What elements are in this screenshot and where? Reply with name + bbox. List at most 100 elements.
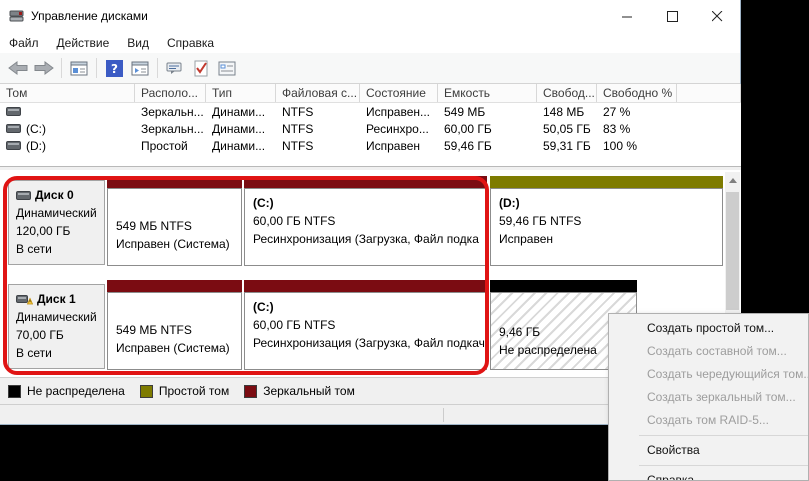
toolbar-separator	[157, 58, 158, 78]
cell-free: 59,31 ГБ	[537, 139, 597, 153]
toolbar-separator	[61, 58, 62, 78]
action-panel-icon[interactable]	[162, 56, 188, 80]
partition-size: 549 МБ NTFS	[116, 217, 237, 235]
title-bar: Управление дисками	[0, 0, 740, 32]
disk-size: 70,00 ГБ	[16, 326, 104, 344]
context-menu: Создать простой том... Создать составной…	[608, 313, 809, 481]
col-free[interactable]: Свобод...	[537, 84, 597, 102]
toolbar-separator	[96, 58, 97, 78]
menu-separator	[639, 435, 808, 436]
mirrored-volume-bar	[107, 176, 242, 188]
menu-item-new-simple-volume[interactable]: Создать простой том...	[609, 317, 808, 340]
cell-fs: NTFS	[276, 122, 360, 136]
forward-icon[interactable]	[31, 56, 57, 80]
menu-item-new-striped-volume: Создать чередующийся том...	[609, 363, 808, 386]
cell-fs: NTFS	[276, 139, 360, 153]
volume-table-header: Том Располо... Тип Файловая с... Состоян…	[0, 84, 741, 103]
partition-status: Исправен	[499, 230, 718, 248]
disk-warning-icon	[16, 294, 33, 305]
back-icon[interactable]	[5, 56, 31, 80]
scroll-up-icon[interactable]	[725, 172, 740, 188]
partition-status: Исправен (Система)	[116, 235, 237, 253]
menu-item-new-mirrored-volume: Создать зеркальный том...	[609, 386, 808, 409]
partition-size: 59,46 ГБ NTFS	[499, 212, 718, 230]
close-button[interactable]	[695, 0, 740, 32]
disk-list-icon[interactable]	[66, 56, 92, 80]
col-status[interactable]: Состояние	[360, 84, 438, 102]
cell-capacity: 60,00 ГБ	[438, 122, 537, 136]
legend-label: Не распределена	[27, 384, 125, 398]
cell-layout: Зеркальн...	[135, 105, 206, 119]
disk-icon	[16, 191, 31, 200]
toolbar: ?	[0, 53, 740, 84]
volume-name: (D:)	[26, 139, 46, 153]
maximize-button[interactable]	[650, 0, 695, 32]
svg-text:?: ?	[111, 62, 118, 76]
menu-item-help[interactable]: Справка	[609, 469, 808, 481]
cell-fs: NTFS	[276, 105, 360, 119]
partition-c[interactable]: (C:) 60,00 ГБ NTFS Ресинхронизация (Загр…	[244, 176, 487, 268]
menu-item-new-spanned-volume: Создать составной том...	[609, 340, 808, 363]
disk-1-label[interactable]: Диск 1 Динамический 70,00 ГБ В сети	[8, 284, 105, 369]
cell-status: Исправен...	[360, 105, 438, 119]
partition-system[interactable]: 549 МБ NTFS Исправен (Система)	[107, 176, 242, 268]
volume-icon	[6, 124, 21, 133]
menu-bar: Файл Действие Вид Справка	[0, 32, 740, 53]
legend-unallocated: Не распределена	[8, 384, 125, 398]
disk-view-icon[interactable]	[127, 56, 153, 80]
cell-type: Динами...	[206, 139, 276, 153]
table-row[interactable]: (C:) Зеркальн... Динами... NTFS Ресинхро…	[0, 120, 741, 137]
simple-volume-swatch	[140, 385, 153, 398]
volume-icon	[6, 107, 21, 116]
cell-free-pct: 100 %	[597, 139, 677, 153]
menu-item-new-raid5-volume: Создать том RAID-5...	[609, 409, 808, 432]
table-row[interactable]: (D:) Простой Динами... NTFS Исправен 59,…	[0, 137, 741, 154]
cell-capacity: 549 МБ	[438, 105, 537, 119]
col-volume[interactable]: Том	[0, 84, 135, 102]
col-layout[interactable]: Располо...	[135, 84, 206, 102]
col-type[interactable]: Тип	[206, 84, 276, 102]
disk-size: 120,00 ГБ	[16, 222, 104, 240]
simple-volume-bar	[490, 176, 723, 188]
partition-label: (C:)	[253, 298, 482, 316]
help-icon[interactable]: ?	[101, 56, 127, 80]
mirrored-volume-swatch	[244, 385, 257, 398]
disk-0-row: Диск 0 Динамический 120,00 ГБ В сети 549…	[8, 176, 724, 268]
properties-icon[interactable]	[214, 56, 240, 80]
disk-type: Динамический	[16, 308, 104, 326]
partition-size: 60,00 ГБ NTFS	[253, 212, 482, 230]
cell-status: Исправен	[360, 139, 438, 153]
check-document-icon[interactable]	[188, 56, 214, 80]
mirrored-volume-bar	[244, 176, 487, 188]
menu-view[interactable]: Вид	[118, 34, 158, 52]
app-icon	[9, 9, 25, 23]
partition-system[interactable]: 549 МБ NTFS Исправен (Система)	[107, 280, 242, 372]
partition-d[interactable]: (D:) 59,46 ГБ NTFS Исправен	[490, 176, 723, 268]
unallocated-swatch	[8, 385, 21, 398]
table-row[interactable]: Зеркальн... Динами... NTFS Исправен... 5…	[0, 103, 741, 120]
scrollbar-thumb[interactable]	[726, 192, 739, 310]
partition-label: (C:)	[253, 194, 482, 212]
partition-status: Исправен (Система)	[116, 339, 237, 357]
volume-table: Зеркальн... Динами... NTFS Исправен... 5…	[0, 103, 741, 166]
menu-action[interactable]: Действие	[48, 34, 119, 52]
disk-name: Диск 1	[37, 290, 76, 308]
legend-mirrored-volume: Зеркальный том	[244, 384, 355, 398]
partition-status: Ресинхронизация (Загрузка, Файл подка	[253, 230, 482, 248]
col-free-pct[interactable]: Свободно %	[597, 84, 677, 102]
col-filesystem[interactable]: Файловая с...	[276, 84, 360, 102]
disk-0-label[interactable]: Диск 0 Динамический 120,00 ГБ В сети	[8, 180, 105, 265]
minimize-button[interactable]	[605, 0, 650, 32]
cell-capacity: 59,46 ГБ	[438, 139, 537, 153]
disk-name: Диск 0	[35, 186, 74, 204]
legend-label: Простой том	[159, 384, 229, 398]
menu-item-properties[interactable]: Свойства	[609, 439, 808, 462]
partition-c[interactable]: (C:) 60,00 ГБ NTFS Ресинхронизация (Загр…	[244, 280, 487, 372]
disk-status: В сети	[16, 344, 104, 362]
menu-file[interactable]: Файл	[0, 34, 48, 52]
menu-help[interactable]: Справка	[158, 34, 223, 52]
col-capacity[interactable]: Емкость	[438, 84, 537, 102]
cell-free: 148 МБ	[537, 105, 597, 119]
status-bar-divider	[443, 408, 444, 422]
legend-simple-volume: Простой том	[140, 384, 229, 398]
